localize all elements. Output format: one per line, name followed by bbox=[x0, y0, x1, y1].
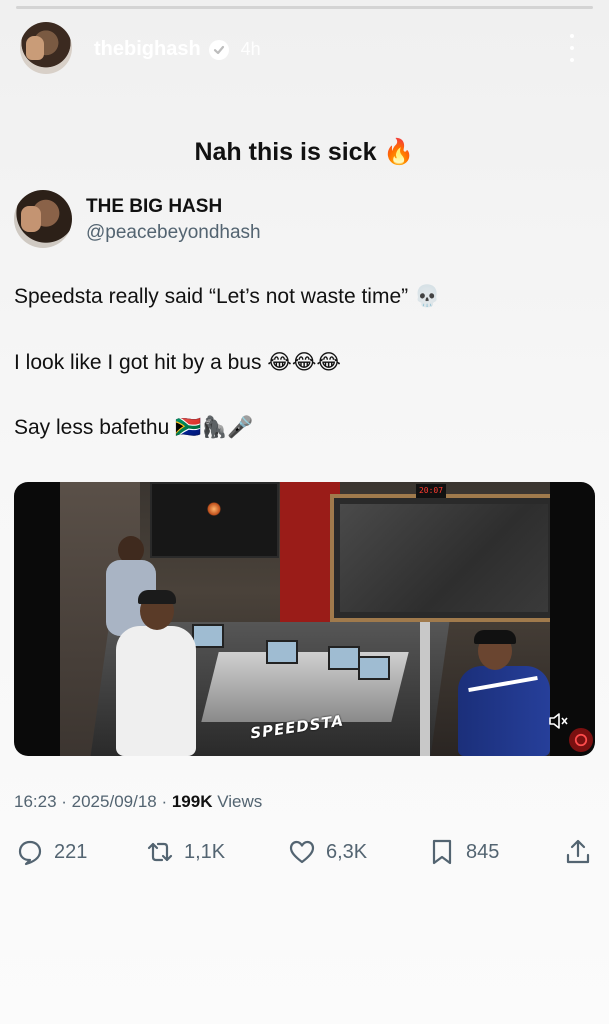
story-author: thebighash 4h bbox=[94, 38, 261, 61]
video-frame: 20:07 SPEEDSTA bbox=[60, 482, 550, 756]
reply-count: 221 bbox=[54, 840, 88, 863]
tweet-text-line-1: Speedsta really said “Let’s not waste ti… bbox=[14, 285, 441, 308]
studio-window bbox=[330, 494, 550, 622]
share-icon bbox=[566, 839, 590, 864]
studio-tv bbox=[150, 482, 279, 558]
share-button[interactable] bbox=[564, 838, 592, 866]
tweet-actions: 221 1,1K 6,3K 845 bbox=[0, 838, 609, 872]
bookmark-icon bbox=[432, 839, 452, 865]
tweet-author-avatar[interactable] bbox=[14, 190, 72, 248]
verified-badge-icon bbox=[208, 39, 229, 60]
person-right bbox=[450, 630, 550, 756]
story-progress-bar bbox=[16, 6, 593, 9]
like-count: 6,3K bbox=[326, 840, 368, 863]
tweet-meta: 16:23 · 2025/09/18 · 199K Views bbox=[14, 792, 262, 812]
reply-icon bbox=[18, 840, 42, 866]
channel-logo-icon bbox=[569, 728, 593, 752]
story-time-ago: 4h bbox=[240, 39, 261, 59]
reply-button[interactable]: 221 bbox=[16, 838, 87, 866]
tweet-timestamp: 16:23 · 2025/09/18 · bbox=[14, 792, 172, 811]
bookmark-count: 845 bbox=[466, 840, 500, 863]
story-username[interactable]: thebighash bbox=[94, 38, 201, 61]
like-button[interactable]: 6,3K bbox=[288, 838, 367, 866]
mute-icon[interactable] bbox=[547, 710, 569, 732]
repost-button[interactable]: 1,1K bbox=[146, 838, 225, 866]
tweet-text-line-3: Say less bafethu 🇿🇦🦍🎤 bbox=[14, 416, 254, 439]
tweet-views-count: 199K bbox=[171, 792, 213, 811]
story-author-avatar[interactable] bbox=[20, 22, 72, 74]
more-vertical-icon[interactable] bbox=[567, 34, 577, 62]
bookmark-button[interactable]: 845 bbox=[428, 838, 499, 866]
tweet-text-line-2: I look like I got hit by a bus 😂😂😂 bbox=[14, 351, 341, 374]
tweet-video[interactable]: 20:07 SPEEDSTA bbox=[14, 482, 595, 756]
like-icon bbox=[289, 840, 315, 864]
tweet-author-handle[interactable]: @peacebeyondhash bbox=[86, 222, 261, 244]
repost-icon bbox=[147, 842, 173, 862]
tweet-author-name[interactable]: THE BIG HASH bbox=[86, 196, 222, 218]
story-header: thebighash 4h bbox=[0, 18, 609, 78]
tweet-views-label: Views bbox=[212, 792, 263, 811]
story-caption: Nah this is sick 🔥 bbox=[194, 138, 415, 166]
studio-clock: 20:07 bbox=[416, 484, 446, 498]
repost-count: 1,1K bbox=[184, 840, 226, 863]
person-left bbox=[116, 590, 196, 756]
